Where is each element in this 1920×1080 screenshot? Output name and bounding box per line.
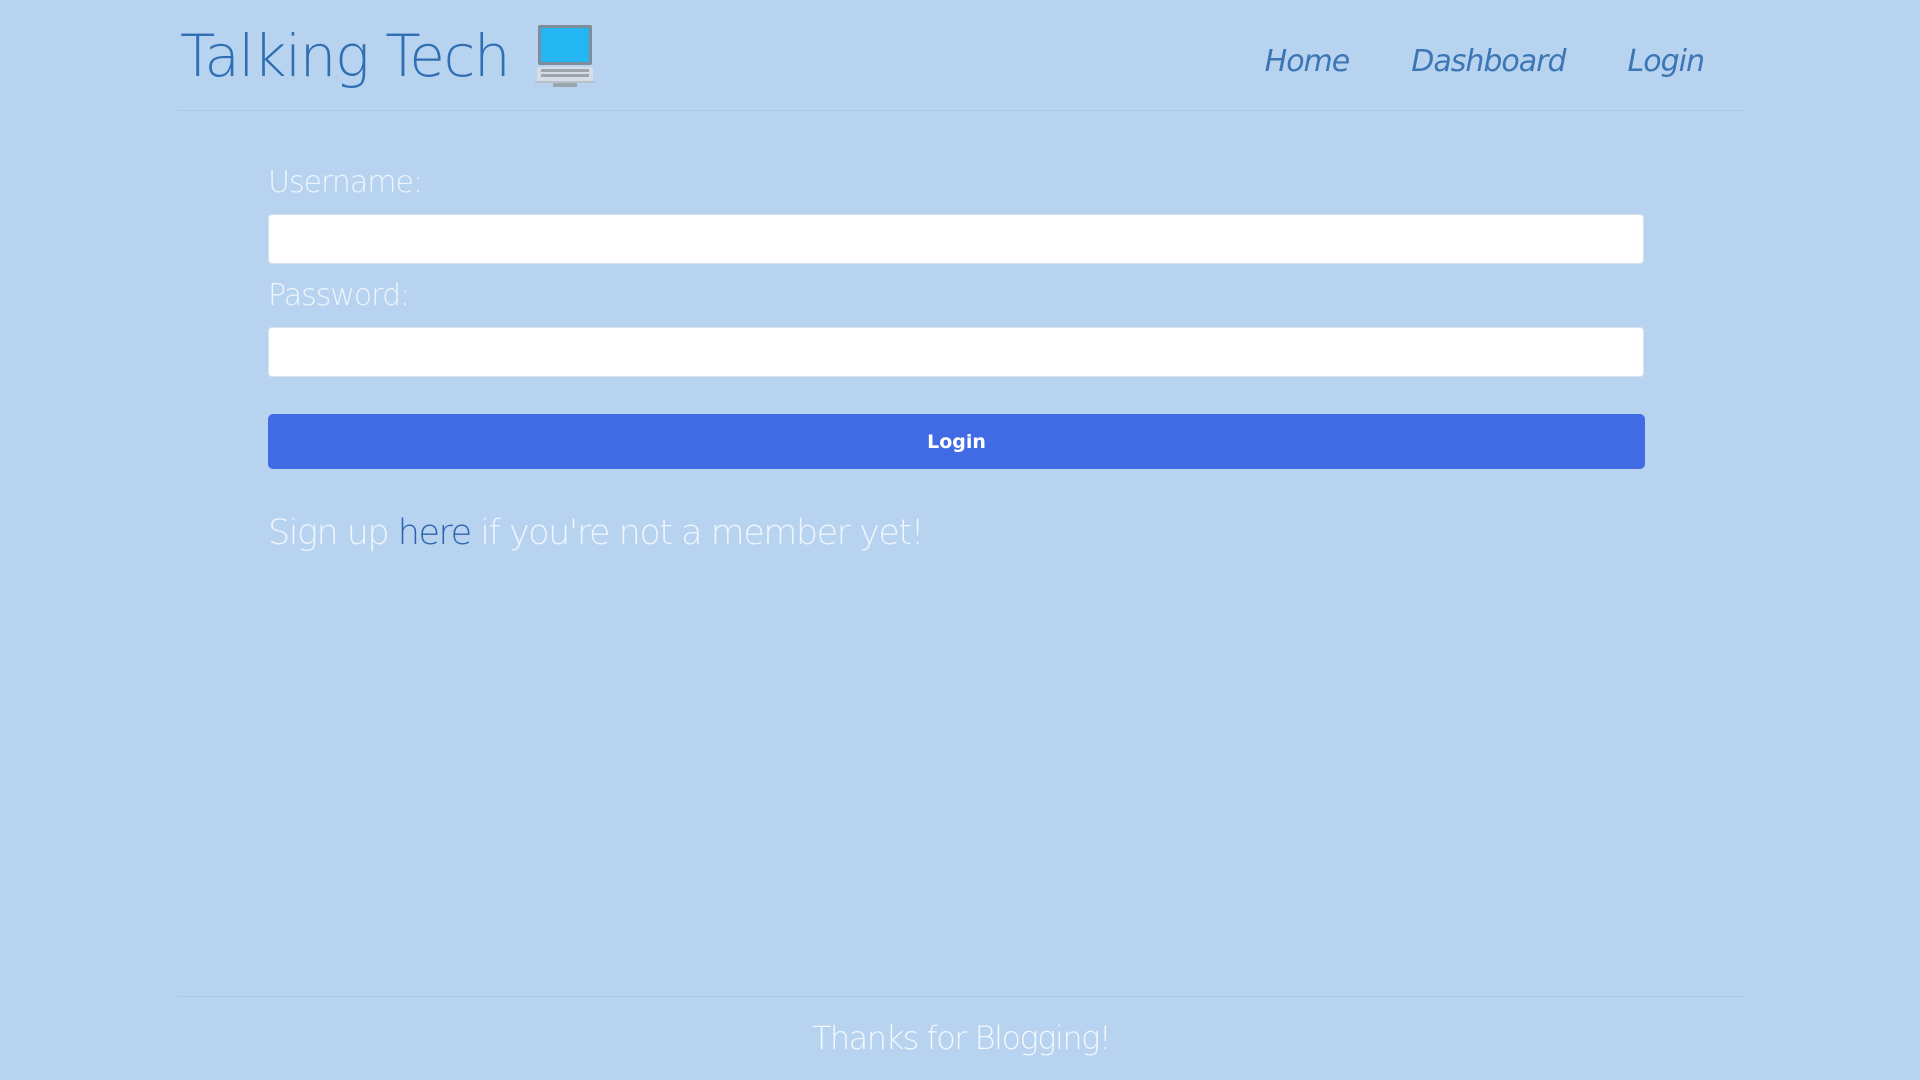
signup-link[interactable]: here	[398, 513, 472, 553]
footer-text: Thanks for Blogging!	[811, 1019, 1112, 1057]
site-header: Talking Tech Home Dashboard Login	[178, 0, 1744, 111]
username-label: Username:	[268, 165, 423, 200]
signup-suffix: if you're not a member yet!	[470, 513, 924, 553]
main-nav: Home Dashboard Login	[1265, 44, 1705, 79]
login-button[interactable]: Login	[268, 414, 1645, 469]
brand-home-link[interactable]: Talking Tech	[180, 22, 596, 90]
laptop-icon	[535, 23, 596, 89]
login-form: Username: Password: Login	[268, 165, 1646, 469]
site-title: Talking Tech	[180, 22, 511, 90]
login-section: Username: Password: Login Sign up here i…	[268, 165, 1646, 553]
password-label: Password:	[268, 278, 410, 313]
signup-prefix: Sign up	[268, 513, 398, 553]
nav-login-link[interactable]: Login	[1628, 44, 1705, 79]
page: Talking Tech Home Dashboard Login Userna	[0, 0, 1920, 1080]
site-footer: Thanks for Blogging!	[178, 996, 1744, 1080]
username-input[interactable]	[268, 214, 1644, 264]
nav-dashboard-link[interactable]: Dashboard	[1411, 44, 1566, 79]
password-input[interactable]	[268, 327, 1644, 377]
signup-prompt: Sign up here if you're not a member yet!	[268, 513, 1646, 553]
nav-home-link[interactable]: Home	[1265, 44, 1351, 79]
